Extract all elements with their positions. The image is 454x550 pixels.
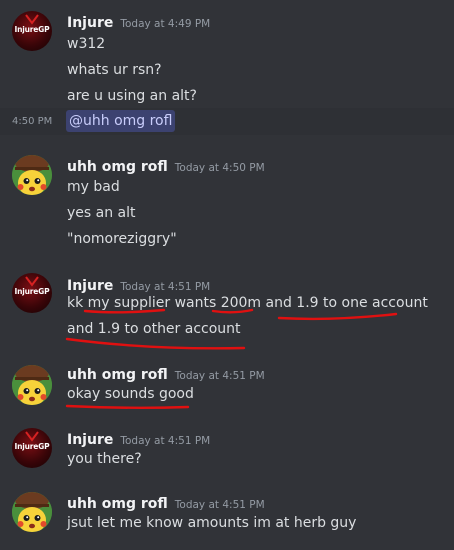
message-header: uhh omg rofl Today at 4:51 PM — [67, 364, 265, 383]
message-text: whats ur rsn? — [67, 62, 162, 78]
username[interactable]: Injure — [67, 15, 113, 31]
message-text: kk my supplier wants 200m and 1.9 to one… — [67, 295, 428, 311]
injuregp-avatar[interactable]: InjureGP — [12, 428, 52, 468]
username[interactable]: Injure — [67, 432, 113, 448]
message-header: Injure Today at 4:49 PM — [67, 12, 210, 31]
username[interactable]: uhh omg rofl — [67, 367, 168, 383]
injuregp-avatar[interactable]: InjureGP — [12, 273, 52, 313]
message-text: yes an alt — [67, 205, 136, 221]
message-header: Injure Today at 4:51 PM — [67, 275, 210, 294]
underline-1-9-one-account — [277, 312, 398, 321]
timestamp[interactable]: Today at 4:51 PM — [120, 281, 210, 293]
message-header: Injure Today at 4:51 PM — [67, 429, 210, 448]
injuregp-logo-icon — [25, 14, 39, 25]
message-text: okay sounds good — [67, 386, 194, 402]
pikachu-icon — [12, 492, 52, 532]
injuregp-logo-icon — [25, 431, 39, 442]
avatar-logo-text: InjureGP — [14, 287, 50, 296]
pikachu-icon — [12, 365, 52, 405]
message-header: uhh omg rofl Today at 4:51 PM — [67, 493, 265, 512]
timestamp[interactable]: Today at 4:51 PM — [175, 370, 265, 382]
message-text: jsut let me know amounts im at herb guy — [67, 515, 357, 531]
username[interactable]: uhh omg rofl — [67, 496, 168, 512]
timestamp[interactable]: Today at 4:51 PM — [175, 499, 265, 511]
message-text: and 1.9 to other account — [67, 321, 241, 337]
avatar-logo-text: InjureGP — [14, 442, 50, 451]
message-text: w312 — [67, 36, 106, 52]
avatar-logo-text: InjureGP — [14, 25, 50, 34]
timestamp[interactable]: Today at 4:51 PM — [120, 435, 210, 447]
pikachu-avatar[interactable] — [12, 365, 52, 405]
user-mention[interactable]: @uhh omg rofl — [66, 110, 176, 132]
underline-okay-sounds-good — [65, 404, 190, 409]
username[interactable]: Injure — [67, 278, 113, 294]
timestamp[interactable]: Today at 4:50 PM — [175, 162, 265, 174]
pikachu-icon — [12, 155, 52, 195]
message-text: are u using an alt? — [67, 88, 197, 104]
message-text: my bad — [67, 179, 120, 195]
message-text: "nomoreziggry" — [67, 231, 177, 247]
pikachu-avatar[interactable] — [12, 492, 52, 532]
timestamp[interactable]: Today at 4:49 PM — [120, 18, 210, 30]
pikachu-avatar[interactable] — [12, 155, 52, 195]
username[interactable]: uhh omg rofl — [67, 159, 168, 175]
message-header: uhh omg rofl Today at 4:50 PM — [67, 156, 265, 175]
message-text: you there? — [67, 451, 142, 467]
underline-and-1-9-other — [65, 337, 246, 350]
injuregp-avatar[interactable]: InjureGP — [12, 11, 52, 51]
hover-timestamp: 4:50 PM — [12, 116, 53, 127]
injuregp-logo-icon — [25, 276, 39, 287]
